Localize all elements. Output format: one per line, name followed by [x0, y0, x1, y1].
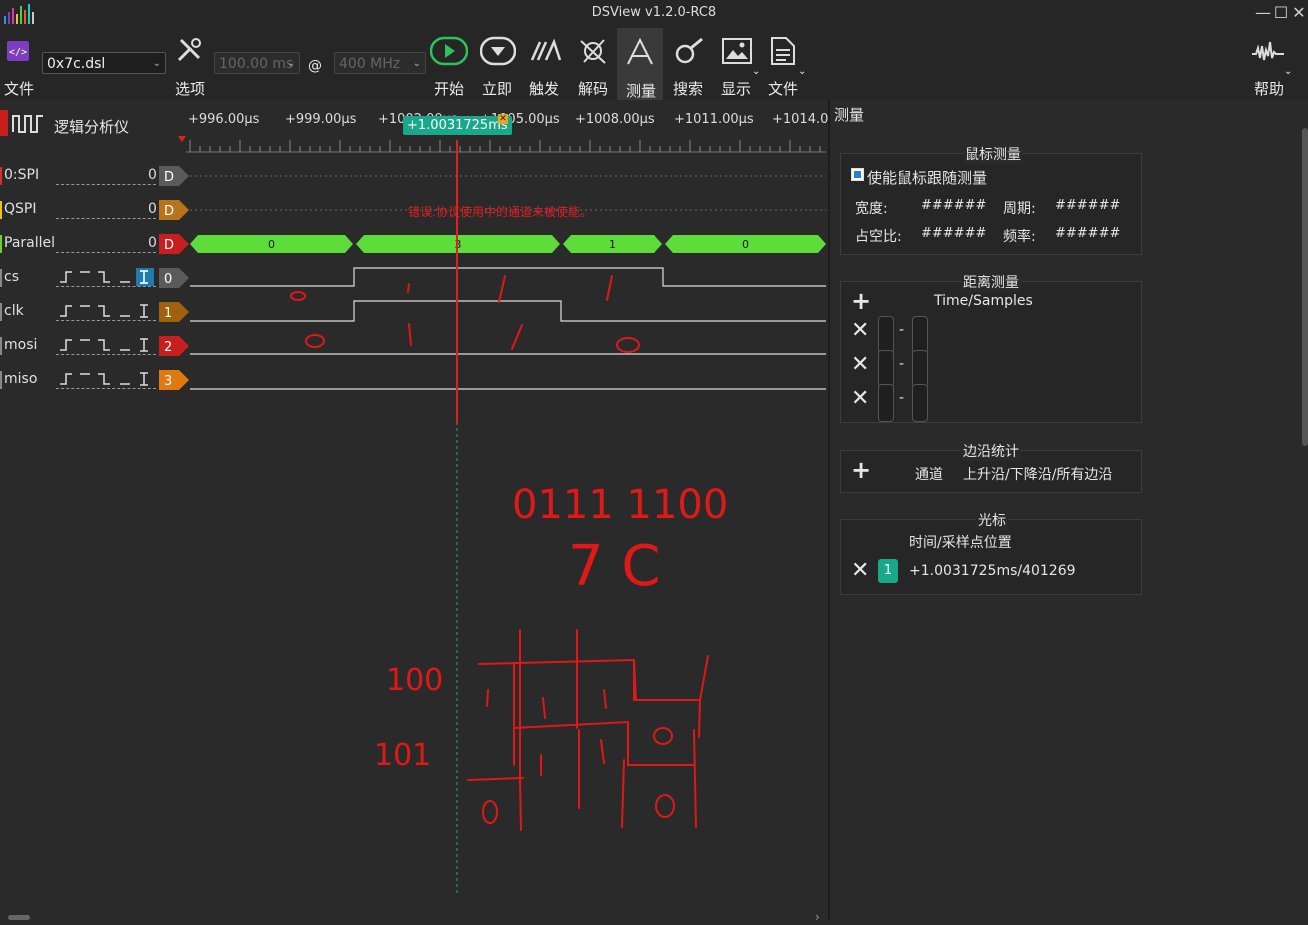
- width-label: 宽度:: [855, 201, 888, 217]
- period-label: 周期:: [1003, 201, 1036, 217]
- distance-measure-panel: 距离测量 + Time/Samples ✕ - ✕ - ✕ -: [840, 272, 1142, 423]
- checkbox-check: [854, 171, 861, 178]
- handwritten-annotations: 0111 1100 7 C 100 101: [290, 275, 728, 831]
- add-distance-button[interactable]: +: [851, 289, 871, 313]
- horizontal-scrollbar[interactable]: [8, 915, 30, 920]
- cursor-panel: 光标 时间/采样点位置 ✕ 1 +1.0031725ms/401269: [840, 510, 1142, 595]
- distance-measure-title: 距离测量: [961, 272, 1021, 292]
- distance-1-dash: -: [899, 322, 905, 338]
- distance-3-end[interactable]: [912, 384, 928, 422]
- row-label-101: 101: [374, 738, 431, 773]
- distance-1-end[interactable]: [912, 316, 928, 354]
- cursor-column-header: 时间/采样点位置: [909, 535, 1012, 551]
- close-button[interactable]: ✕: [1290, 4, 1308, 22]
- cursor-panel-title: 光标: [976, 510, 1008, 530]
- edge-stats-panel: 边沿统计 + 通道 上升沿/下降沿/所有边沿: [840, 441, 1142, 493]
- minimize-button[interactable]: —: [1254, 4, 1272, 22]
- frequency-label: 频率:: [1003, 229, 1036, 245]
- time-samples-header: Time/Samples: [934, 293, 1033, 309]
- remove-distance-2-button[interactable]: ✕: [851, 354, 869, 376]
- help-icon[interactable]: [1250, 38, 1286, 64]
- chevron-down-icon: ⌄: [1284, 66, 1293, 77]
- measure-panel-title: 测量: [834, 106, 865, 124]
- help-label[interactable]: 帮助: [1254, 78, 1284, 99]
- mouse-follow-label[interactable]: 使能鼠标跟随测量: [867, 167, 987, 188]
- scroll-right-icon[interactable]: ›: [815, 910, 820, 924]
- duty-label: 占空比:: [855, 229, 902, 245]
- mouse-follow-checkbox[interactable]: [851, 168, 864, 181]
- hex-annotation: 7 C: [568, 534, 661, 599]
- remove-cursor-button[interactable]: ✕: [851, 560, 869, 582]
- period-value: ######: [1055, 198, 1121, 213]
- vertical-scrollbar[interactable]: [1302, 128, 1308, 446]
- maximize-button[interactable]: ☐: [1272, 4, 1290, 22]
- edge-channel-header: 通道: [915, 467, 943, 483]
- edge-stats-title: 边沿统计: [961, 441, 1021, 461]
- mouse-measure-panel: 鼠标测量 使能鼠标跟随测量 宽度: ###### 周期: ###### 占空比:…: [840, 144, 1142, 255]
- row-label-100: 100: [386, 663, 443, 698]
- width-value: ######: [921, 198, 987, 213]
- remove-distance-1-button[interactable]: ✕: [851, 320, 869, 342]
- frequency-value: ######: [1055, 226, 1121, 241]
- distance-2-dash: -: [899, 356, 905, 372]
- cursor-index-badge[interactable]: 1: [878, 559, 898, 583]
- remove-distance-3-button[interactable]: ✕: [851, 388, 869, 410]
- distance-2-end[interactable]: [912, 350, 928, 388]
- edge-counts-header: 上升沿/下降沿/所有边沿: [963, 467, 1113, 483]
- distance-1-start[interactable]: [878, 316, 894, 354]
- splitter[interactable]: [828, 100, 830, 920]
- mouse-measure-title: 鼠标测量: [963, 144, 1023, 164]
- duty-value: ######: [921, 226, 987, 241]
- binary-annotation: 0111 1100: [512, 482, 728, 528]
- distance-2-start[interactable]: [878, 350, 894, 388]
- distance-3-start[interactable]: [878, 384, 894, 422]
- cursor-position-value: +1.0031725ms/401269: [909, 563, 1076, 579]
- distance-3-dash: -: [899, 390, 905, 406]
- add-edge-stat-button[interactable]: +: [851, 458, 871, 482]
